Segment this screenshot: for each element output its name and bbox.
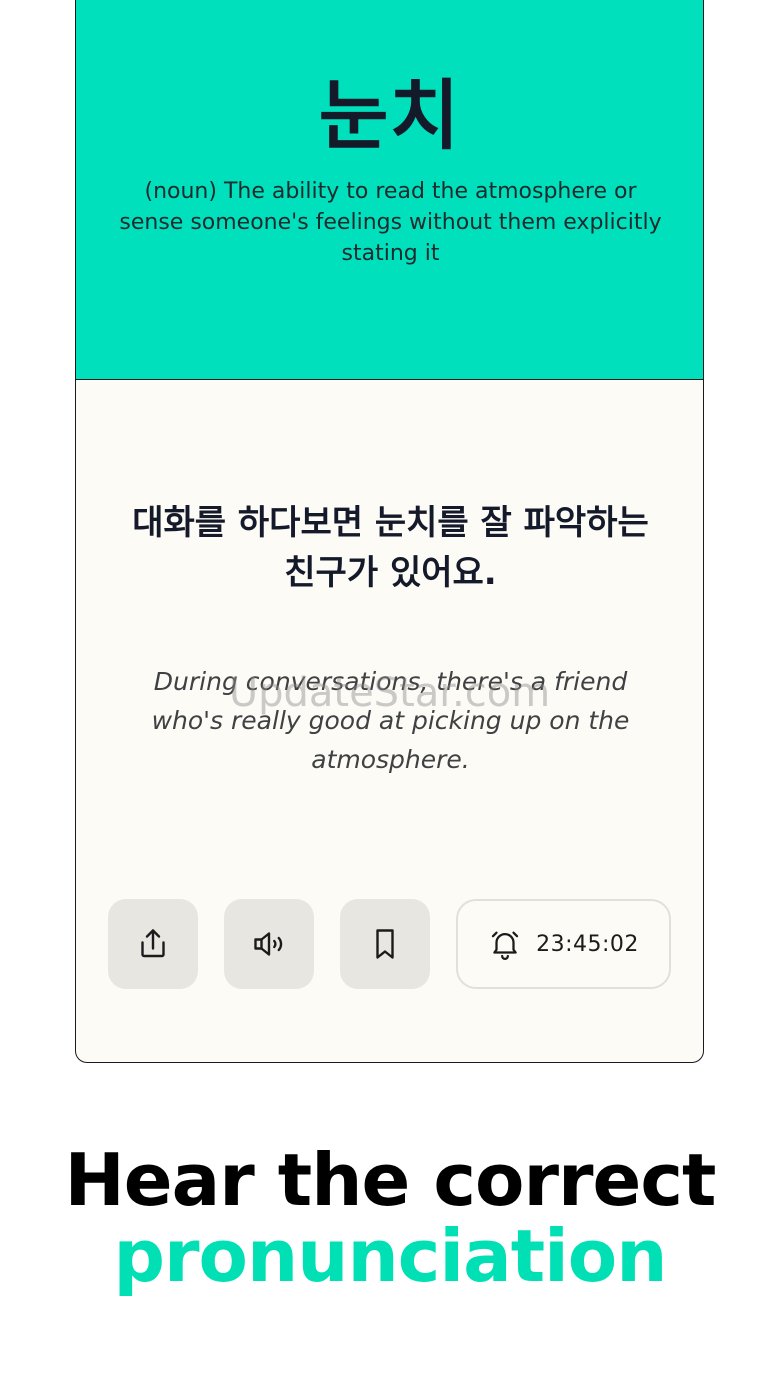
app-screen: 눈치 (noun) The ability to read the atmosp… [0,0,780,1387]
caption-headline: Hear the correct [64,1138,717,1222]
share-button[interactable] [108,899,198,989]
example-sentence-korean: 대화를 하다보면 눈치를 잘 파악하는 친구가 있어요. [132,503,649,593]
word-card: 눈치 (noun) The ability to read the atmosp… [75,0,704,1063]
bell-icon [491,931,519,960]
word-definition: (noun) The ability to read the atmospher… [119,179,662,266]
promo-caption: Hear the correct pronunciation [0,1142,780,1294]
bookmark-button[interactable] [340,899,430,989]
korean-word: 눈치 [318,71,461,160]
share-icon [141,929,165,958]
reminder-timer-button[interactable]: 23:45:02 [456,899,671,989]
play-audio-button[interactable] [224,899,314,989]
caption-highlight: pronunciation [113,1214,667,1298]
word-header: 눈치 (noun) The ability to read the atmosp… [76,0,703,380]
countdown-time: 23:45:02 [536,931,639,957]
bookmark-icon [376,929,394,959]
speaker-icon [254,932,283,956]
example-sentence-english: During conversations, there's a friend w… [151,667,630,774]
